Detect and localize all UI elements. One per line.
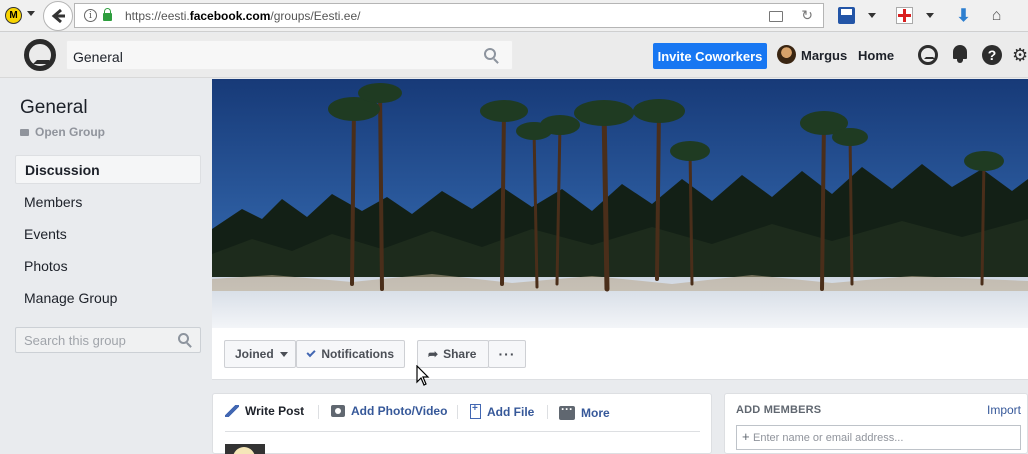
back-arrow-icon	[51, 8, 65, 24]
tab-more[interactable]: More	[559, 402, 610, 420]
tab-add-photo-video[interactable]: Add Photo/Video	[331, 404, 447, 418]
add-members-title: ADD MEMBERS	[736, 404, 822, 416]
profile-link[interactable]: Margus	[801, 48, 847, 63]
chat-icon[interactable]	[918, 45, 938, 65]
tab-write-post[interactable]: Write Post	[225, 404, 304, 418]
help-icon[interactable]: ?	[982, 45, 1002, 65]
winter-forest-cover-image	[212, 79, 1028, 328]
search-input[interactable]: General	[66, 40, 513, 70]
more-icon	[559, 402, 575, 420]
tab-add-file[interactable]: Add File	[470, 403, 534, 419]
add-members-panel: ADD MEMBERS Import + Enter name or email…	[724, 393, 1028, 454]
chevron-down-icon	[279, 351, 288, 357]
workplace-logo-icon[interactable]	[24, 39, 56, 71]
post-composer: Write Post Add Photo/Video Add File More	[212, 393, 712, 454]
browser-menu-caret-icon[interactable]	[27, 11, 35, 16]
avatar	[225, 444, 265, 454]
more-options-button[interactable]: ···	[488, 340, 526, 368]
group-action-bar: Joined Notifications ➦ Share ···	[212, 328, 1028, 380]
tab-divider	[547, 405, 548, 419]
plus-icon: +	[742, 429, 750, 444]
url-text: https://eesti.facebook.com/groups/Eesti.…	[125, 9, 361, 23]
site-info-icon[interactable]: i	[84, 9, 97, 22]
workplace-topbar: General Invite Coworkers Margus Home ? ⚙	[0, 33, 1028, 78]
search-input-value: General	[73, 49, 123, 65]
sidebar-item-members[interactable]: Members	[15, 187, 201, 216]
checkmark-icon	[306, 347, 316, 357]
addon-menu-caret-icon[interactable]	[926, 13, 934, 18]
joined-button[interactable]: Joined	[224, 340, 296, 368]
group-privacy: Open Group	[20, 125, 105, 139]
group-title[interactable]: General	[20, 97, 88, 119]
camera-icon	[331, 405, 345, 417]
composer-divider	[225, 431, 700, 432]
search-icon[interactable]	[178, 333, 189, 344]
notifications-bell-icon[interactable]	[951, 45, 969, 63]
download-icon[interactable]: ⬇	[955, 7, 972, 24]
group-search-input[interactable]: Search this group	[15, 327, 201, 353]
more-dots-icon: ···	[498, 346, 516, 362]
add-member-placeholder: Enter name or email address...	[753, 432, 904, 444]
browser-toolbar: M i https://eesti.facebook.com/groups/Ee…	[0, 0, 1028, 32]
cover-photo[interactable]	[212, 79, 1028, 328]
sidebar-item-events[interactable]: Events	[15, 219, 201, 248]
reload-icon[interactable]: ↻	[801, 7, 813, 24]
share-arrow-icon: ➦	[428, 347, 439, 361]
share-button[interactable]: ➦ Share	[417, 340, 489, 368]
add-member-input[interactable]: + Enter name or email address...	[736, 425, 1021, 450]
lock-icon	[103, 8, 112, 21]
browser-logo-icon[interactable]: M	[5, 7, 22, 24]
file-icon	[470, 403, 481, 419]
gear-icon[interactable]: ⚙	[1012, 46, 1028, 64]
group-search-placeholder: Search this group	[24, 333, 126, 348]
pencil-icon	[225, 405, 239, 417]
sidebar-item-discussion[interactable]: Discussion	[15, 155, 201, 184]
invite-coworkers-button[interactable]: Invite Coworkers	[653, 43, 767, 69]
lock-icon	[20, 129, 29, 136]
tab-divider	[457, 405, 458, 419]
import-link[interactable]: Import	[987, 403, 1021, 417]
home-link[interactable]: Home	[858, 48, 894, 63]
notifications-button[interactable]: Notifications	[296, 340, 405, 368]
save-icon[interactable]	[838, 7, 855, 24]
addon-cross-icon[interactable]	[896, 7, 913, 24]
browser-home-icon[interactable]: ⌂	[988, 7, 1005, 24]
tab-divider	[318, 405, 319, 419]
sidebar-item-photos[interactable]: Photos	[15, 251, 201, 280]
reader-view-icon[interactable]	[769, 11, 783, 22]
sidebar-item-manage-group[interactable]: Manage Group	[15, 283, 201, 312]
back-button[interactable]	[43, 1, 73, 31]
avatar[interactable]	[777, 45, 796, 64]
search-icon[interactable]	[484, 48, 496, 60]
save-menu-caret-icon[interactable]	[868, 13, 876, 18]
address-bar[interactable]: i https://eesti.facebook.com/groups/Eest…	[74, 3, 824, 28]
group-sidebar: General Open Group Discussion Members Ev…	[0, 79, 212, 454]
mouse-cursor-icon	[416, 365, 430, 386]
